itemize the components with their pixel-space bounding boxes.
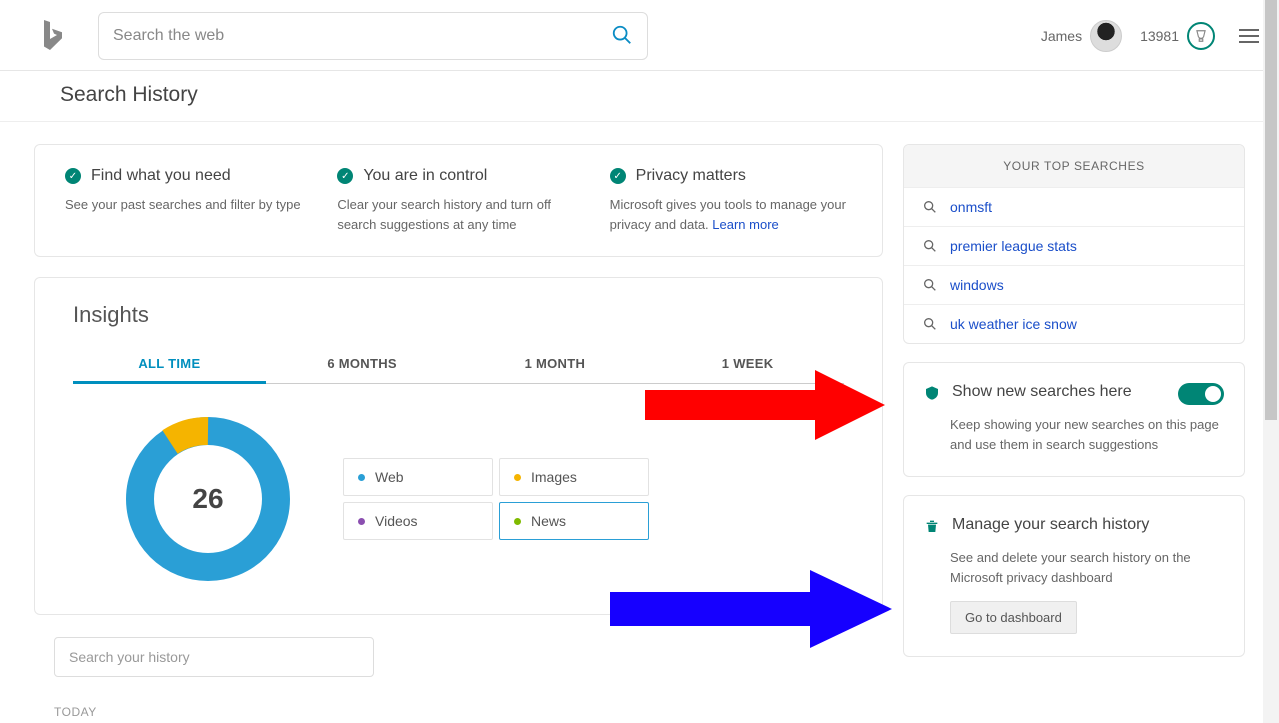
top-search-item[interactable]: windows — [904, 266, 1244, 305]
rewards-menu[interactable]: 13981 — [1140, 22, 1215, 50]
info-desc-1: Clear your search history and turn off s… — [337, 195, 579, 234]
tab-all-time[interactable]: ALL TIME — [73, 346, 266, 384]
search-icon — [922, 238, 938, 254]
info-desc-2: Microsoft gives you tools to manage your… — [610, 195, 852, 234]
today-header: TODAY — [54, 705, 863, 719]
rewards-icon — [1187, 22, 1215, 50]
search-icon — [922, 199, 938, 215]
info-desc-0: See your past searches and filter by typ… — [65, 195, 307, 215]
learn-more-link[interactable]: Learn more — [712, 217, 778, 232]
legend-news[interactable]: News — [499, 502, 649, 540]
check-icon: ✓ — [65, 168, 81, 184]
search-box[interactable] — [98, 12, 648, 60]
hamburger-menu[interactable] — [1239, 29, 1259, 43]
show-new-title: Show new searches here — [952, 383, 1166, 401]
legend-images[interactable]: Images — [499, 458, 649, 496]
info-title-0: Find what you need — [91, 167, 231, 185]
legend-videos[interactable]: Videos — [343, 502, 493, 540]
check-icon: ✓ — [337, 168, 353, 184]
search-icon — [922, 277, 938, 293]
search-button[interactable] — [611, 24, 633, 49]
check-icon: ✓ — [610, 168, 626, 184]
delete-icon — [924, 517, 940, 538]
top-searches-card: YOUR TOP SEARCHES onmsft premier league … — [903, 144, 1245, 344]
annotation-arrow-red — [645, 370, 895, 440]
shield-icon — [924, 384, 940, 405]
search-icon — [611, 24, 633, 46]
show-new-desc: Keep showing your new searches on this p… — [924, 415, 1224, 454]
bing-logo[interactable] — [40, 19, 80, 54]
top-searches-title: YOUR TOP SEARCHES — [904, 145, 1244, 188]
manage-title: Manage your search history — [952, 516, 1224, 534]
user-name: James — [1041, 28, 1082, 44]
insights-title: Insights — [73, 302, 844, 328]
info-card: ✓ Find what you need See your past searc… — [34, 144, 883, 257]
search-input[interactable] — [113, 27, 611, 45]
legend-web[interactable]: Web — [343, 458, 493, 496]
donut-total: 26 — [192, 483, 223, 515]
top-search-item[interactable]: uk weather ice snow — [904, 305, 1244, 343]
history-search-input[interactable] — [54, 637, 374, 677]
top-search-link[interactable]: uk weather ice snow — [950, 316, 1077, 332]
top-search-link[interactable]: onmsft — [950, 199, 992, 215]
top-search-link[interactable]: windows — [950, 277, 1004, 293]
top-search-item[interactable]: premier league stats — [904, 227, 1244, 266]
scrollbar-track[interactable] — [1263, 0, 1279, 723]
manage-desc: See and delete your search history on th… — [924, 548, 1224, 587]
top-search-link[interactable]: premier league stats — [950, 238, 1077, 254]
user-menu[interactable]: James — [1041, 20, 1122, 52]
scrollbar-thumb[interactable] — [1265, 0, 1277, 420]
tab-1-month[interactable]: 1 MONTH — [459, 346, 652, 383]
go-to-dashboard-button[interactable]: Go to dashboard — [950, 601, 1077, 634]
tab-6-months[interactable]: 6 MONTHS — [266, 346, 459, 383]
avatar — [1090, 20, 1122, 52]
search-icon — [922, 316, 938, 332]
page-title: Search History — [60, 83, 1279, 107]
annotation-arrow-blue — [610, 570, 900, 648]
show-new-searches-card: Show new searches here Keep showing your… — [903, 362, 1245, 477]
show-new-toggle[interactable] — [1178, 383, 1224, 405]
rewards-points: 13981 — [1140, 28, 1179, 44]
info-title-2: Privacy matters — [636, 167, 746, 185]
manage-history-card: Manage your search history See and delet… — [903, 495, 1245, 657]
insights-card: Insights ALL TIME 6 MONTHS 1 MONTH 1 WEE… — [34, 277, 883, 615]
top-search-item[interactable]: onmsft — [904, 188, 1244, 227]
info-title-1: You are in control — [363, 167, 487, 185]
insights-donut-chart: 26 — [123, 414, 293, 584]
